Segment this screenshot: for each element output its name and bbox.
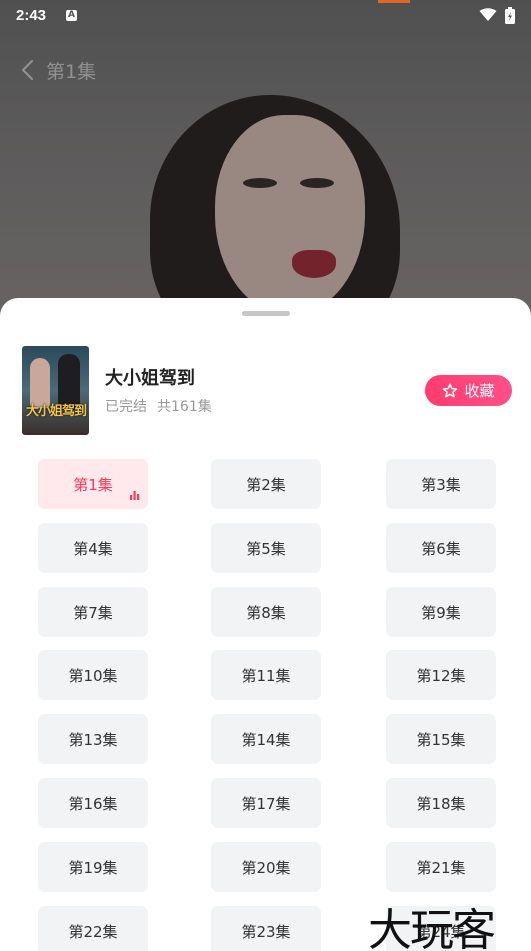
episode-11-button[interactable]: 第11集 — [211, 650, 321, 700]
drama-meta: 已完结 共161集 — [105, 396, 212, 416]
episode-label: 第10集 — [68, 666, 118, 685]
episode-12-button[interactable]: 第12集 — [386, 650, 496, 700]
favorite-button[interactable]: 收藏 — [425, 375, 512, 406]
star-icon — [443, 383, 458, 397]
episode-5-button[interactable]: 第5集 — [211, 523, 321, 573]
episode-count: 共161集 — [157, 399, 212, 415]
episode-9-button[interactable]: 第9集 — [386, 587, 496, 637]
episode-label: 第21集 — [416, 858, 466, 877]
episode-3-button[interactable]: 第3集 — [386, 459, 496, 509]
poster-title: 大小姐驾到 — [25, 404, 87, 419]
battery-icon — [505, 6, 515, 24]
drama-title: 大小姐驾到 — [105, 368, 195, 389]
episode-label: 第20集 — [241, 858, 291, 877]
drag-handle[interactable] — [242, 311, 290, 316]
dim-overlay[interactable] — [0, 0, 531, 320]
screen: 2:43 A 第1集 大小姐驾到 大小姐驾到 已完结 共161集 收藏 第1集 … — [0, 0, 531, 951]
episode-label: 第7集 — [73, 603, 113, 622]
episode-label: 第13集 — [68, 730, 118, 749]
episode-2-button[interactable]: 第2集 — [211, 459, 321, 509]
episode-label: 第6集 — [421, 539, 461, 558]
episode-10-button[interactable]: 第10集 — [38, 650, 148, 700]
episode-18-button[interactable]: 第18集 — [386, 778, 496, 828]
episode-label: 第11集 — [241, 666, 291, 685]
episode-23-button[interactable]: 第23集 — [211, 906, 321, 951]
wifi-icon — [479, 8, 497, 21]
a-icon: A — [66, 9, 78, 21]
episode-label: 第22集 — [68, 922, 118, 941]
episode-1-button[interactable]: 第1集 — [38, 459, 148, 509]
episode-label: 第4集 — [73, 539, 113, 558]
episode-4-button[interactable]: 第4集 — [38, 523, 148, 573]
episode-sheet: 大小姐驾到 大小姐驾到 已完结 共161集 收藏 第1集 第2集 第3集第4集 第5集… — [0, 298, 531, 951]
episode-14-button[interactable]: 第14集 — [211, 714, 321, 764]
episode-label: 第2集 — [246, 475, 286, 494]
episode-label: 第9集 — [421, 603, 461, 622]
top-bar: 第1集 — [0, 50, 96, 90]
episode-label: 第18集 — [416, 794, 466, 813]
drama-status: 已完结 — [105, 399, 147, 415]
episode-label: 第14集 — [241, 730, 291, 749]
episode-label: 第19集 — [68, 858, 118, 877]
episode-21-button[interactable]: 第21集 — [386, 842, 496, 892]
episode-label: 第5集 — [246, 539, 286, 558]
page-title: 第1集 — [46, 60, 97, 83]
episode-label: 第12集 — [416, 666, 466, 685]
chevron-left-icon[interactable] — [18, 58, 38, 82]
episode-6-button[interactable]: 第6集 — [386, 523, 496, 573]
playing-bars-icon — [130, 491, 140, 500]
episode-label: 第3集 — [421, 475, 461, 494]
watermark: 大玩客 — [368, 905, 496, 951]
episode-15-button[interactable]: 第15集 — [386, 714, 496, 764]
episode-13-button[interactable]: 第13集 — [38, 714, 148, 764]
episode-label: 第15集 — [416, 730, 466, 749]
status-time: 2:43 — [16, 6, 47, 24]
episode-8-button[interactable]: 第8集 — [211, 587, 321, 637]
episode-label: 第1集 — [73, 475, 113, 494]
episode-20-button[interactable]: 第20集 — [211, 842, 321, 892]
episode-label: 第16集 — [68, 794, 118, 813]
episode-7-button[interactable]: 第7集 — [38, 587, 148, 637]
episode-label: 第8集 — [246, 603, 286, 622]
drama-info: 大小姐驾到 大小姐驾到 已完结 共161集 收藏 — [22, 346, 512, 436]
episode-19-button[interactable]: 第19集 — [38, 842, 148, 892]
favorite-label: 收藏 — [464, 382, 495, 400]
drama-poster[interactable]: 大小姐驾到 — [22, 346, 89, 435]
status-bar: 2:43 A — [0, 0, 531, 30]
episode-17-button[interactable]: 第17集 — [211, 778, 321, 828]
episode-label: 第23集 — [241, 922, 291, 941]
episode-22-button[interactable]: 第22集 — [38, 906, 148, 951]
episode-label: 第17集 — [241, 794, 291, 813]
episode-16-button[interactable]: 第16集 — [38, 778, 148, 828]
